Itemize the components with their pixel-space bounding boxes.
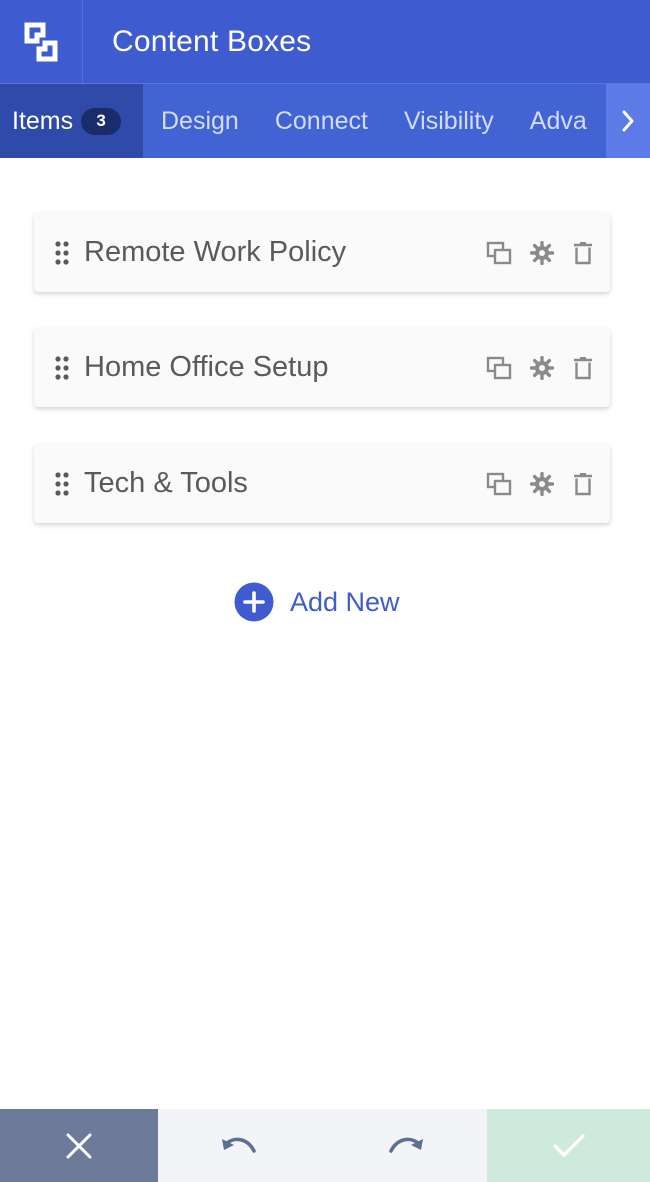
tab-design[interactable]: Design [143,84,257,158]
checkmark-icon [552,1133,585,1157]
clone-icon[interactable] [486,472,512,496]
trash-icon[interactable] [572,472,594,496]
items-count-badge: 3 [81,107,122,135]
gear-icon[interactable] [530,355,554,380]
builder-logo-icon[interactable] [0,0,83,83]
tab-items-label: Items [12,106,74,135]
tab-advanced[interactable]: Adva [512,84,605,158]
tab-items[interactable]: Items 3 [0,84,143,158]
add-new-button[interactable]: Add New [234,582,400,622]
list-item-label: Tech & Tools [84,467,248,499]
clone-icon[interactable] [486,241,512,265]
redo-icon [388,1137,423,1153]
clone-icon[interactable] [486,356,512,380]
list-item[interactable]: Remote Work Policy [34,213,610,292]
panel-header: Content Boxes [0,0,650,84]
plus-circle-icon [234,582,274,622]
drag-handle-icon[interactable] [54,240,70,266]
tab-bar: Items 3 Design Connect Visibility Adva [0,84,650,158]
gear-icon[interactable] [530,471,554,496]
chevron-right-icon [622,110,634,132]
undo-button[interactable] [158,1109,322,1182]
panel-title: Content Boxes [112,24,312,58]
save-button[interactable] [487,1109,650,1182]
trash-icon[interactable] [572,241,594,265]
list-item[interactable]: Home Office Setup [34,328,610,407]
cancel-button[interactable] [0,1109,158,1182]
list-item[interactable]: Tech & Tools [34,444,610,523]
drag-handle-icon[interactable] [54,471,70,497]
footer-toolbar [0,1109,650,1182]
tab-visibility[interactable]: Visibility [386,84,512,158]
undo-icon [222,1137,256,1153]
tabs-scroll-right-button[interactable] [606,84,650,158]
tab-connect[interactable]: Connect [257,84,386,158]
list-item-label: Remote Work Policy [84,236,347,268]
drag-handle-icon[interactable] [54,355,70,381]
add-new-label: Add New [290,586,400,617]
close-icon [66,1133,92,1158]
redo-button[interactable] [322,1109,487,1182]
gear-icon[interactable] [530,240,554,265]
trash-icon[interactable] [572,356,594,380]
list-item-label: Home Office Setup [84,351,329,383]
